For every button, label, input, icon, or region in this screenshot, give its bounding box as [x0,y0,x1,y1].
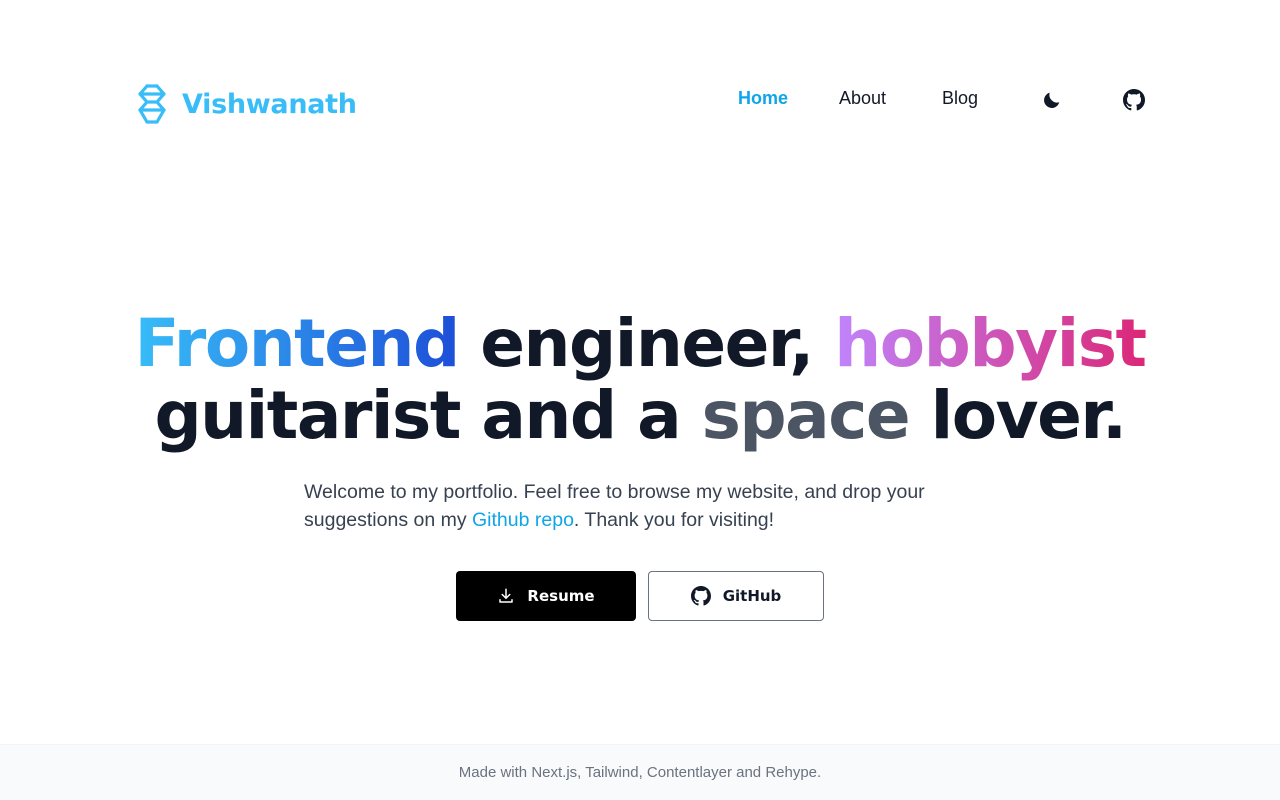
download-icon [499,588,514,603]
resume-button-label: Resume [527,587,595,605]
github-repo-link[interactable]: Github repo [472,509,574,531]
github-button[interactable]: GitHub [648,571,824,621]
hero-intro-text: Welcome to my portfolio. Feel free to br… [304,478,984,534]
headline-word-engineer: engineer, [480,305,814,382]
nav-link-blog[interactable]: Blog [942,88,978,109]
site-footer: Made with Next.js, Tailwind, Contentlaye… [0,744,1280,800]
github-icon [1123,89,1145,111]
intro-text-end: . Thank you for visiting! [573,509,775,531]
nav-link-home[interactable]: Home [738,88,788,109]
hero-headline: Frontend engineer, hobbyist guitarist an… [0,308,1280,452]
brand-logo-icon [138,84,166,124]
brand-name: Vishwanath [182,88,357,120]
resume-button[interactable]: Resume [456,571,636,621]
brand-logo-link[interactable]: Vishwanath [136,84,357,124]
github-nav-button[interactable] [1122,88,1146,112]
github-button-label: GitHub [722,587,782,605]
moon-icon [1044,92,1060,108]
footer-text: Made with Next.js, Tailwind, Contentlaye… [458,764,822,781]
theme-toggle-button[interactable] [1040,88,1064,112]
site-header: Vishwanath Home About Blog [0,0,1280,200]
headline-word-frontend: Frontend [134,305,460,382]
headline-word-hobbyist: hobbyist [834,305,1147,382]
nav-link-about[interactable]: About [839,88,886,109]
github-icon [690,586,711,606]
headline-word-lover: lover. [930,377,1127,454]
headline-word-space: space [701,377,911,454]
headline-phrase-guitarist: guitarist and a [154,377,681,454]
